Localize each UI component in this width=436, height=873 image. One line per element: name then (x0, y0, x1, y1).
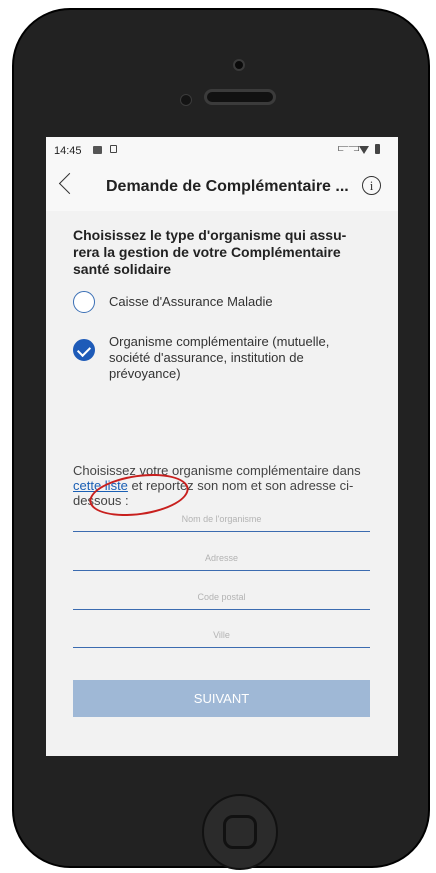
phone-screen: 14:45 ⫍⫎ Demande de Complémentaire ... i… (46, 137, 398, 756)
postal-code-input[interactable] (73, 587, 370, 607)
proximity-sensor (180, 94, 192, 106)
postal-code-field[interactable] (73, 587, 370, 610)
image-notification-icon (93, 146, 102, 154)
address-input[interactable] (73, 548, 370, 568)
org-name-input[interactable] (73, 509, 370, 529)
calendar-notification-icon (110, 145, 117, 153)
app-bar: Demande de Complémentaire ... i (46, 163, 398, 211)
city-field[interactable] (73, 625, 370, 648)
question-heading: Choisissez le type d'organisme qui assu-… (73, 227, 347, 277)
status-bar: 14:45 ⫍⫎ (46, 137, 398, 163)
home-button[interactable] (202, 794, 278, 870)
radio-checked-icon[interactable] (73, 339, 95, 361)
status-time: 14:45 (54, 145, 82, 157)
radio-unchecked-icon[interactable] (73, 291, 95, 313)
instruction-text-start: Choisissez votre organisme complémentair… (73, 463, 361, 478)
back-chevron-icon[interactable] (58, 172, 81, 195)
wifi-icon (359, 146, 369, 154)
battery-icon (375, 144, 380, 154)
info-icon[interactable]: i (362, 176, 381, 195)
option-label: Caisse d'Assurance Maladie (109, 294, 273, 309)
earpiece-speaker (204, 89, 276, 105)
city-input[interactable] (73, 625, 370, 645)
org-name-field[interactable] (73, 509, 370, 532)
address-field[interactable] (73, 548, 370, 571)
front-camera (233, 59, 245, 71)
vibrate-icon: ⫍⫎ (338, 143, 360, 154)
home-button-ring (223, 815, 257, 849)
page-title: Demande de Complémentaire ... (106, 178, 349, 195)
form-content: Choisissez le type d'organisme qui assu-… (46, 211, 398, 756)
next-button[interactable]: SUIVANT (73, 680, 370, 717)
option-label: Organisme complémentaire (mutuelle, soci… (109, 334, 330, 381)
